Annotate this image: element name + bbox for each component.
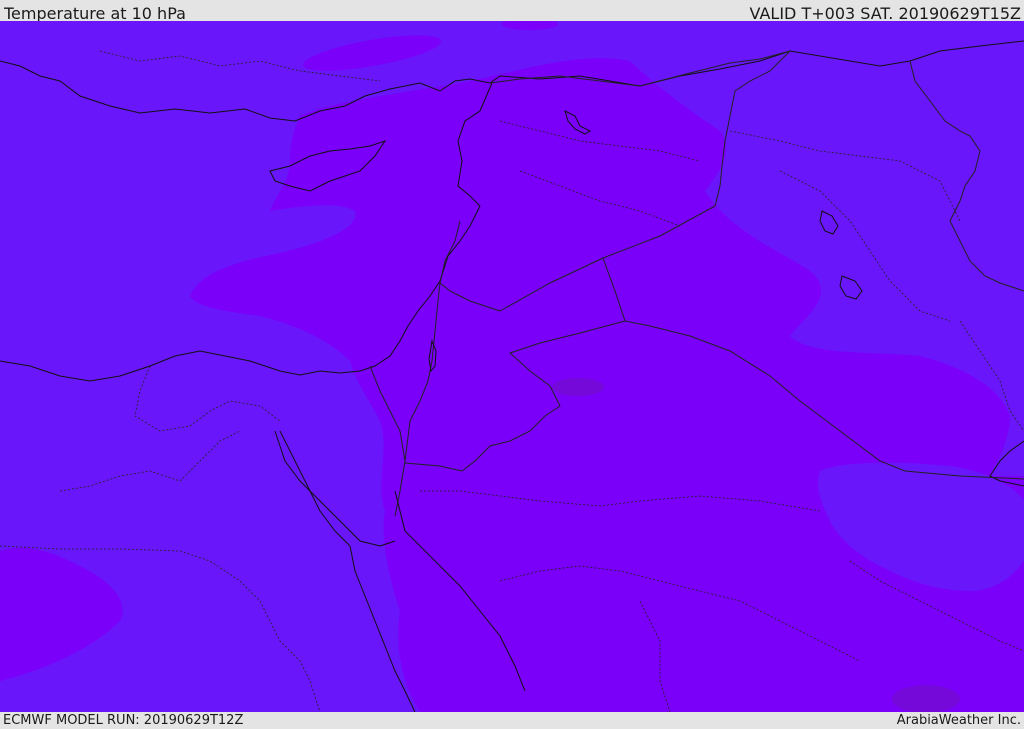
warmest-spot-southeast xyxy=(892,685,960,712)
weather-map-frame: Temperature at 10 hPa VALID T+003 SAT. 2… xyxy=(0,0,1024,729)
temperature-map xyxy=(0,21,1024,712)
map-canvas xyxy=(0,21,1024,712)
credit-label: ArabiaWeather Inc. xyxy=(896,713,1021,728)
footer-bar: ECMWF MODEL RUN: 20190629T12Z ArabiaWeat… xyxy=(0,712,1024,729)
warmest-spot-jordan xyxy=(552,378,604,396)
model-run-label: ECMWF MODEL RUN: 20190629T12Z xyxy=(3,713,244,728)
header-bar: Temperature at 10 hPa VALID T+003 SAT. 2… xyxy=(0,0,1024,23)
